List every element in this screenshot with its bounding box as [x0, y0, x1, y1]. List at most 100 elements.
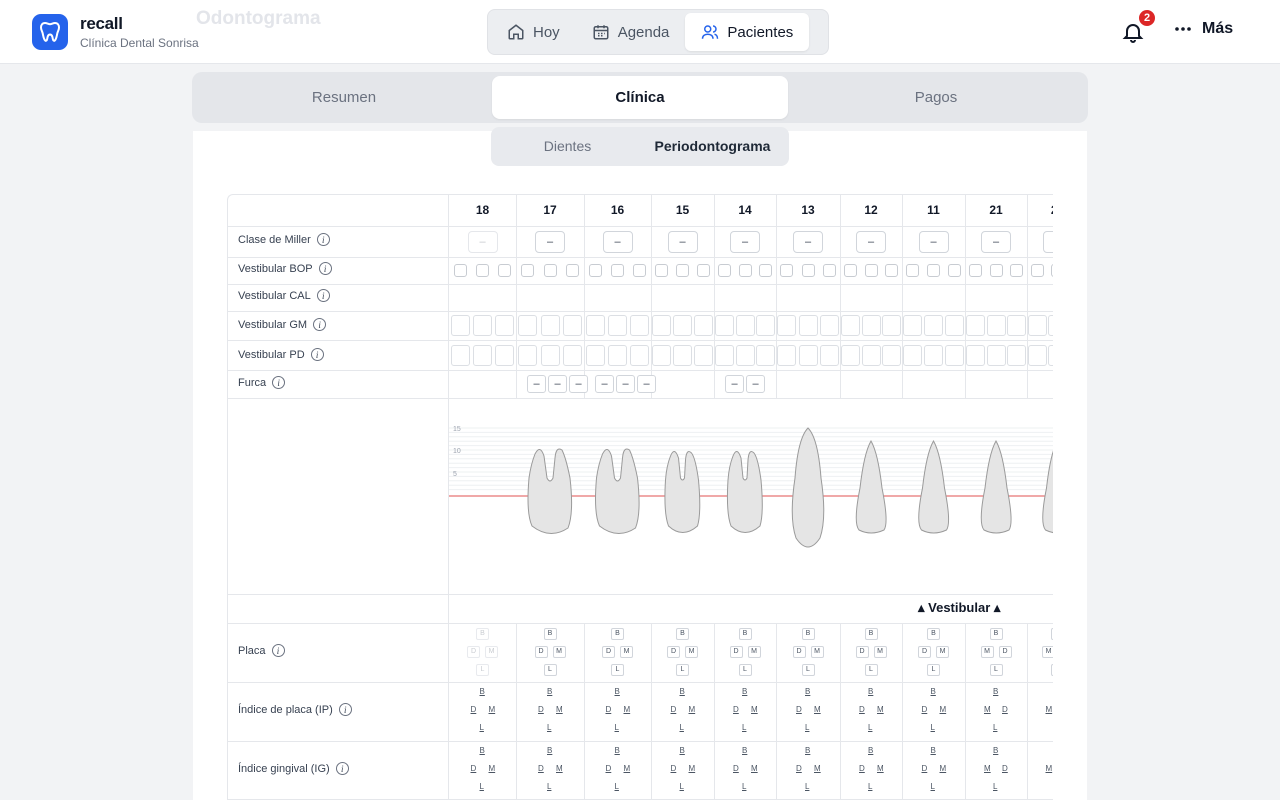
furcation-select[interactable]: – — [569, 375, 588, 393]
info-icon[interactable]: i — [316, 233, 330, 246]
bop-checkbox[interactable] — [864, 264, 878, 277]
gm-input[interactable] — [861, 315, 881, 336]
plaque-surface-m[interactable]: M — [620, 646, 633, 658]
plaque-surface-b[interactable]: B — [864, 628, 878, 640]
gm-input[interactable] — [1048, 315, 1053, 336]
plaque-surface-m[interactable]: M — [552, 646, 566, 658]
plaque-surface-l[interactable]: L — [989, 664, 1003, 676]
bop-checkbox[interactable] — [948, 264, 961, 277]
pd-input[interactable] — [1027, 345, 1047, 366]
info-icon[interactable]: i — [318, 262, 332, 275]
ig-surface-m[interactable]: M — [624, 764, 631, 773]
miller-class-select[interactable]: – — [667, 231, 698, 253]
ig-surface-l[interactable]: L — [805, 782, 809, 791]
furcation-select[interactable]: – — [616, 375, 635, 393]
ig-surface-m[interactable]: M — [556, 764, 563, 773]
plaque-surface-d[interactable]: D — [534, 646, 548, 658]
gm-input[interactable] — [965, 315, 985, 336]
bop-checkbox[interactable] — [738, 264, 752, 277]
pd-input[interactable] — [473, 345, 492, 366]
ig-surface-b[interactable]: B — [931, 746, 936, 755]
ig-surface-l[interactable]: L — [868, 782, 872, 791]
ip-surface-d[interactable]: D — [796, 705, 802, 714]
ig-surface-m[interactable]: M — [489, 764, 496, 773]
ip-surface-b[interactable]: B — [805, 687, 810, 696]
bop-checkbox[interactable] — [520, 264, 534, 277]
bop-checkbox[interactable] — [655, 264, 668, 277]
ig-surface-l[interactable]: L — [931, 782, 935, 791]
bop-checkbox[interactable] — [1051, 264, 1053, 277]
pd-input[interactable] — [924, 345, 943, 366]
gm-input[interactable] — [473, 315, 492, 336]
furcation-select[interactable]: – — [725, 375, 744, 393]
ip-surface-b[interactable]: B — [931, 687, 936, 696]
plaque-surface-b[interactable]: B — [801, 628, 815, 640]
ig-surface-l[interactable]: L — [547, 782, 551, 791]
bop-checkbox[interactable] — [697, 264, 710, 277]
gm-input[interactable] — [819, 315, 839, 336]
gm-input[interactable] — [608, 315, 627, 336]
gm-input[interactable] — [1007, 315, 1027, 336]
pd-input[interactable] — [777, 345, 797, 366]
ig-surface-l[interactable]: L — [680, 782, 684, 791]
plaque-surface-m[interactable]: M — [1042, 646, 1053, 658]
ip-surface-m[interactable]: M — [877, 705, 884, 714]
bop-checkbox[interactable] — [476, 264, 489, 277]
furcation-select[interactable]: – — [548, 375, 567, 393]
ip-surface-d[interactable]: D — [471, 705, 477, 714]
bop-checkbox[interactable] — [717, 264, 731, 277]
miller-class-select[interactable]: – — [981, 231, 1011, 253]
bop-checkbox[interactable] — [885, 264, 899, 277]
gm-input[interactable] — [882, 315, 902, 336]
pd-input[interactable] — [735, 345, 755, 366]
ip-surface-l[interactable]: L — [868, 723, 872, 732]
gm-input[interactable] — [517, 315, 537, 336]
ip-surface-m[interactable]: M — [814, 705, 821, 714]
ip-surface-m[interactable]: M — [489, 705, 496, 714]
info-icon[interactable]: i — [316, 289, 330, 302]
ig-surface-d[interactable]: D — [796, 764, 802, 773]
furcation-select[interactable]: – — [595, 375, 614, 393]
plaque-surface-l[interactable]: L — [476, 664, 489, 676]
ig-surface-m[interactable]: M — [814, 764, 821, 773]
bop-checkbox[interactable] — [611, 264, 624, 277]
furcation-select[interactable]: – — [746, 375, 765, 393]
ig-surface-d[interactable]: D — [671, 764, 677, 773]
gm-input[interactable] — [714, 315, 734, 336]
ig-surface-d[interactable]: D — [733, 764, 739, 773]
pd-input[interactable] — [861, 345, 881, 366]
plaque-surface-d[interactable]: D — [667, 646, 680, 658]
pd-input[interactable] — [608, 345, 627, 366]
bop-checkbox[interactable] — [588, 264, 602, 277]
info-icon[interactable]: i — [272, 376, 286, 389]
ip-surface-b[interactable]: B — [742, 687, 747, 696]
plaque-surface-d[interactable]: D — [855, 646, 869, 658]
ig-surface-b[interactable]: B — [993, 746, 998, 755]
ig-surface-b[interactable]: B — [615, 746, 620, 755]
gm-input[interactable] — [1027, 315, 1047, 336]
ip-surface-m[interactable]: M — [556, 705, 563, 714]
info-icon[interactable]: i — [271, 644, 285, 657]
ig-surface-d[interactable]: D — [538, 764, 544, 773]
plaque-surface-m[interactable]: M — [810, 646, 824, 658]
gm-input[interactable] — [735, 315, 755, 336]
ip-surface-l[interactable]: L — [805, 723, 809, 732]
ig-surface-m[interactable]: M — [984, 764, 991, 773]
info-icon[interactable]: i — [310, 348, 324, 361]
gm-input[interactable] — [756, 315, 776, 336]
more-menu-button[interactable]: Más — [1174, 20, 1233, 38]
gm-input[interactable] — [450, 315, 470, 336]
ig-surface-d[interactable]: D — [471, 764, 477, 773]
plaque-surface-b[interactable]: B — [476, 628, 489, 640]
gm-input[interactable] — [563, 315, 583, 336]
ip-surface-l[interactable]: L — [480, 723, 484, 732]
ig-surface-d[interactable]: D — [1002, 764, 1008, 773]
bop-checkbox[interactable] — [843, 264, 857, 277]
pd-input[interactable] — [945, 345, 964, 366]
ip-surface-b[interactable]: B — [547, 687, 552, 696]
gm-input[interactable] — [585, 315, 605, 336]
brand[interactable]: recall Clínica Dental Sonrisa — [32, 14, 199, 50]
gm-input[interactable] — [986, 315, 1006, 336]
ig-surface-m[interactable]: M — [751, 764, 758, 773]
plaque-surface-l[interactable]: L — [1051, 664, 1053, 676]
